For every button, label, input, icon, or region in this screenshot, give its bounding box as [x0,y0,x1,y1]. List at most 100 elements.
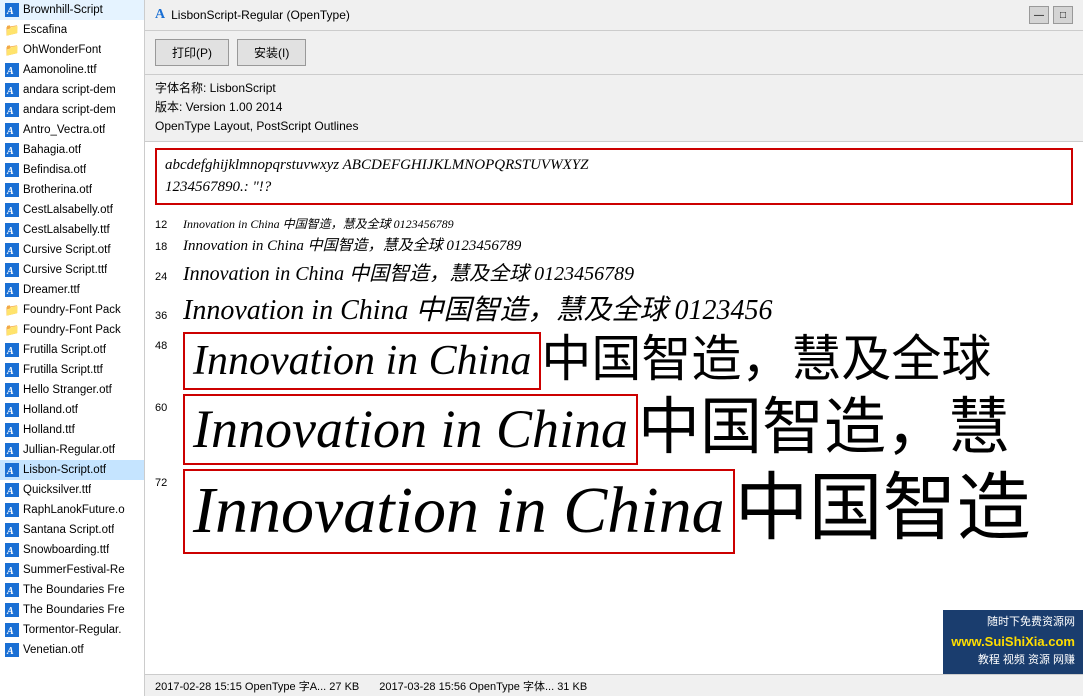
size-label: 36 [155,310,183,322]
font-file-icon: A [4,542,20,558]
font-file-icon: A [4,622,20,638]
font-file-icon: A [4,382,20,398]
sidebar-item[interactable]: A The Boundaries Fre [0,600,144,620]
font-file-icon: A [4,102,20,118]
minimize-button[interactable]: — [1029,6,1049,24]
font-file-icon: A [4,502,20,518]
sidebar-item[interactable]: AVenetian.otf [0,640,144,660]
svg-text:A: A [6,506,14,517]
svg-text:A: A [6,266,14,277]
font-name-label: 字体名称: LisbonScript [155,79,1073,98]
sidebar-item[interactable]: ADreamer.ttf [0,280,144,300]
svg-text:A: A [6,86,14,97]
font-file-icon: A [4,202,20,218]
sidebar-item[interactable]: AThe Boundaries Fre [0,580,144,600]
svg-text:A: A [6,646,14,657]
sidebar-item[interactable]: Aandara script-dem [0,80,144,100]
sidebar-item[interactable]: AHolland.ttf [0,420,144,440]
font-file-icon: A [4,642,20,658]
font-file-icon: A [4,82,20,98]
sidebar-item[interactable]: ASummerFestival-Re [0,560,144,580]
font-file-icon: A [4,362,20,378]
char-sample-box: abcdefghijklmnopqrstuvwxyz ABCDEFGHIJKLM… [155,148,1073,205]
watermark-line1: 随时下免费资源网 [951,614,1075,632]
sidebar-item-label: Antro_Vectra.otf [23,124,105,136]
sidebar-item[interactable]: ATormentor-Regular. [0,620,144,640]
install-button[interactable]: 安装(I) [237,39,306,66]
sidebar-item[interactable]: ACursive Script.ttf [0,260,144,280]
sidebar-item-label: CestLalsabelly.otf [23,204,113,216]
sidebar-item[interactable]: AHello Stranger.otf [0,380,144,400]
sidebar-item[interactable]: AFrutilla Script.ttf [0,360,144,380]
sidebar-item[interactable]: 📁Foundry-Font Pack [0,300,144,320]
watermark: 随时下免费资源网 www.SuiShiXia.com 教程 视频 资源 网赚 [943,610,1083,674]
sidebar-item[interactable]: A Quicksilver.ttf [0,480,144,500]
sidebar-item[interactable]: 📁Escafina [0,20,144,40]
sidebar-item-label: Bahagia.otf [23,144,81,156]
sidebar-item-label: Holland.ttf [23,424,75,436]
sidebar-item[interactable]: ABahagia.otf [0,140,144,160]
folder-icon: 📁 [4,322,20,338]
sidebar-item[interactable]: ASnowboarding.ttf [0,540,144,560]
sidebar-item-label: Frutilla Script.ttf [23,364,103,376]
watermark-line3: 教程 视频 资源 网赚 [951,652,1075,670]
script-preview-box: Innovation in China [183,469,735,554]
sidebar-item-label: CestLalsabelly.ttf [23,224,110,236]
file-list-sidebar[interactable]: ABrownhill-Script📁Escafina📁OhWonderFontA… [0,0,145,696]
char-sample-line1: abcdefghijklmnopqrstuvwxyz ABCDEFGHIJKLM… [165,154,1063,177]
svg-text:A: A [6,486,14,497]
sidebar-item[interactable]: AHolland.otf [0,400,144,420]
sidebar-item[interactable]: ACestLalsabelly.ttf [0,220,144,240]
svg-text:A: A [6,66,14,77]
sidebar-item-label: Quicksilver.ttf [23,484,91,496]
sidebar-item[interactable]: ABefindisa.otf [0,160,144,180]
folder-icon: 📁 [4,42,20,58]
maximize-button[interactable]: □ [1053,6,1073,24]
sidebar-item-label: Escafina [23,24,67,36]
svg-text:A: A [6,286,14,297]
svg-text:A: A [6,526,14,537]
sidebar-item[interactable]: A CestLalsabelly.otf [0,200,144,220]
svg-text:A: A [6,626,14,637]
big-size-label: 60 [155,394,183,414]
sidebar-item[interactable]: ABrownhill-Script [0,0,144,20]
sidebar-item-label: SummerFestival-Re [23,564,125,576]
font-file-icon: A [4,262,20,278]
sidebar-item-label: Holland.otf [23,404,78,416]
font-file-icon: A [4,222,20,238]
size-label: 24 [155,271,183,283]
font-file-icon: A [4,602,20,618]
han-preview-text: 中国智造 [735,469,1031,550]
sidebar-item[interactable]: AJullian-Regular.otf [0,440,144,460]
svg-text:A: A [6,606,14,617]
svg-text:A: A [6,206,14,217]
sidebar-item-label: Aamonoline.ttf [23,64,97,76]
font-file-icon: A [4,162,20,178]
status-item: 2017-03-28 15:56 OpenType 字体... 31 KB [379,681,587,693]
sidebar-item[interactable]: AFrutilla Script.otf [0,340,144,360]
watermark-site: www.SuiShiXia.com [951,632,1075,653]
sidebar-item[interactable]: 📁Foundry-Font Pack [0,320,144,340]
sidebar-item[interactable]: Aandara script-dem [0,100,144,120]
main-window: A LisbonScript-Regular (OpenType) — □ 打印… [145,0,1083,696]
sidebar-item[interactable]: AAntro_Vectra.otf [0,120,144,140]
font-file-icon: A [4,182,20,198]
font-file-icon: A [4,462,20,478]
sidebar-item-label: andara script-dem [23,104,116,116]
print-button[interactable]: 打印(P) [155,39,229,66]
sidebar-item[interactable]: ACursive Script.otf [0,240,144,260]
sidebar-item[interactable]: A Aamonoline.ttf [0,60,144,80]
sidebar-item[interactable]: ABrotherina.otf [0,180,144,200]
sidebar-item[interactable]: 📁OhWonderFont [0,40,144,60]
sidebar-item-label: The Boundaries Fre [23,604,125,616]
font-file-icon: A [4,422,20,438]
sidebar-item-label: Cursive Script.otf [23,244,111,256]
sidebar-item[interactable]: ASantana Script.otf [0,520,144,540]
sidebar-item[interactable]: ARaphLanokFuture.o [0,500,144,520]
font-file-icon: A [4,442,20,458]
sidebar-item[interactable]: ALisbon-Script.otf [0,460,144,480]
size-row: 24Innovation in China 中国智造，慧及全球 01234567… [155,257,1073,286]
sidebar-item-label: Frutilla Script.otf [23,344,106,356]
toolbar: 打印(P) 安装(I) [145,31,1083,75]
font-file-icon: A [4,402,20,418]
